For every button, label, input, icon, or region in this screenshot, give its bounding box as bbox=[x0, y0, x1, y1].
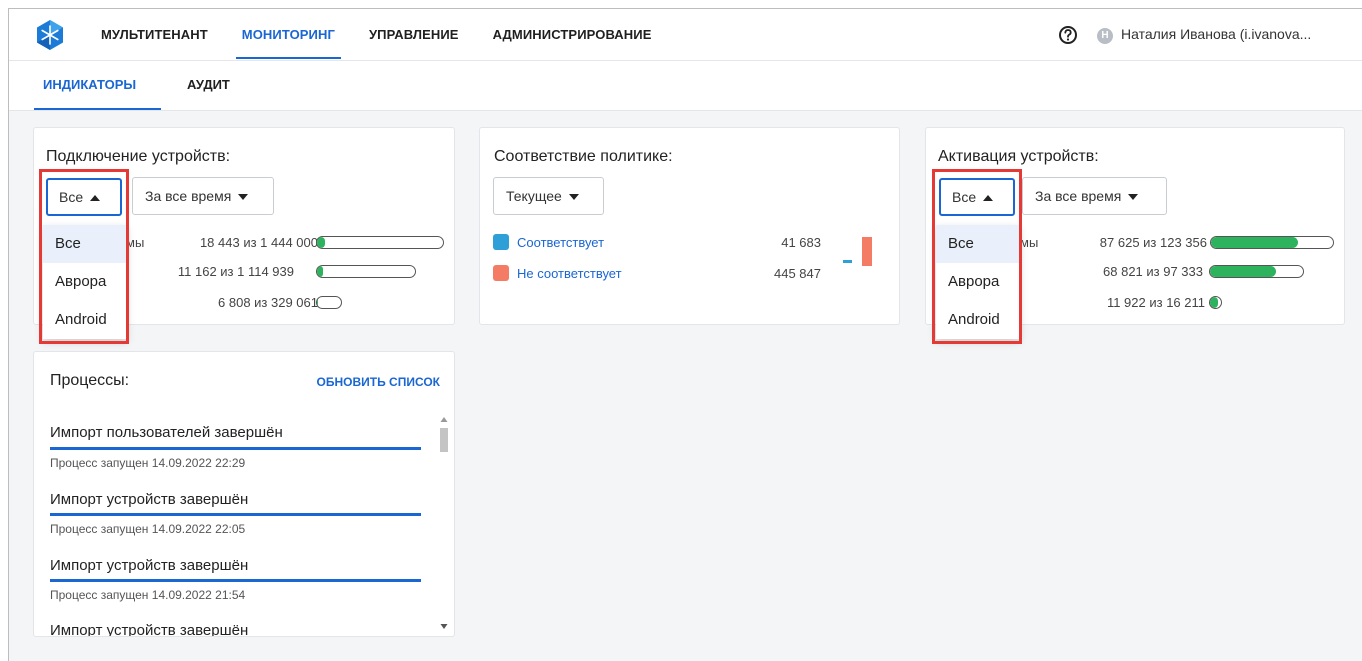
main-nav: МУЛЬТИТЕНАНТ МОНИТОРИНГ УПРАВЛЕНИЕ АДМИН… bbox=[101, 9, 685, 61]
caret-down-icon bbox=[568, 194, 579, 201]
stat-value: 18 443 из 1 444 000 bbox=[199, 235, 318, 250]
period-select-value: За все время bbox=[1035, 188, 1122, 204]
nav-management[interactable]: УПРАВЛЕНИЕ bbox=[369, 9, 459, 61]
legend-swatch bbox=[493, 234, 509, 250]
caret-down-icon bbox=[1128, 194, 1139, 201]
scroll-down-arrow-icon bbox=[440, 624, 448, 629]
stat-value: 11 922 из 16 211 bbox=[1106, 295, 1205, 310]
nav-multitenant[interactable]: МУЛЬТИТЕНАНТ bbox=[101, 9, 208, 61]
progress-bar bbox=[316, 236, 444, 249]
process-progress-bar bbox=[50, 447, 421, 450]
refresh-list-button[interactable]: ОБНОВИТЬ СПИСОК bbox=[317, 375, 440, 389]
process-subtitle: Процесс запущен 14.09.2022 22:05 bbox=[50, 522, 246, 536]
process-title: Импорт пользователей завершён bbox=[50, 424, 283, 441]
legend-swatch bbox=[493, 265, 509, 281]
stat-value: 68 821 из 97 333 bbox=[1103, 264, 1203, 279]
legend-value: 445 847 bbox=[774, 266, 821, 281]
progress-fill bbox=[317, 266, 323, 277]
card-title: Подключение устройств: bbox=[46, 148, 231, 165]
tab-indicators[interactable]: ИНДИКАТОРЫ bbox=[43, 77, 136, 92]
period-select-value: Текущее bbox=[506, 188, 562, 204]
process-progress-bar bbox=[50, 579, 421, 582]
avatar[interactable]: Н bbox=[1097, 28, 1113, 44]
compliance-mini-chart bbox=[843, 237, 872, 266]
sub-tabs: ИНДИКАТОРЫ АУДИТ bbox=[9, 61, 1362, 111]
progress-fill bbox=[1210, 297, 1219, 308]
progress-fill bbox=[1210, 266, 1276, 277]
progress-bar bbox=[1210, 236, 1334, 249]
processes-card: Процессы: ОБНОВИТЬ СПИСОК Импорт пользов… bbox=[33, 351, 455, 637]
progress-bar bbox=[316, 265, 416, 278]
tab-audit[interactable]: АУДИТ bbox=[187, 77, 230, 92]
chart-bar-compliant bbox=[843, 260, 852, 263]
caret-down-icon bbox=[238, 194, 249, 201]
processes-scrollbar[interactable] bbox=[438, 414, 450, 634]
progress-bar bbox=[316, 296, 342, 309]
process-title: Импорт устройств завершён bbox=[50, 491, 249, 508]
progress-fill bbox=[1211, 237, 1298, 248]
stat-value: 87 625 из 123 356 bbox=[1099, 235, 1207, 250]
progress-fill bbox=[317, 297, 319, 308]
app-logo-icon[interactable] bbox=[34, 19, 66, 51]
row-label-partial: мы bbox=[1020, 235, 1039, 250]
progress-bar bbox=[1209, 265, 1304, 278]
user-name[interactable]: Наталия Иванова (i.ivanova... bbox=[1121, 26, 1311, 42]
process-progress-bar bbox=[50, 513, 421, 516]
chart-bar-noncompliant bbox=[862, 237, 872, 266]
process-title: Импорт устройств завершён bbox=[50, 622, 249, 636]
legend-label: Не соответствует bbox=[517, 265, 622, 281]
period-select[interactable]: За все время bbox=[132, 177, 274, 215]
stat-value: 6 808 из 329 061 bbox=[218, 295, 318, 310]
period-select[interactable]: За все время bbox=[1022, 177, 1167, 215]
help-icon[interactable] bbox=[1058, 25, 1078, 45]
scroll-thumb bbox=[440, 428, 448, 452]
legend-value: 41 683 bbox=[781, 235, 821, 250]
highlight-frame bbox=[39, 169, 129, 344]
stat-value: 11 162 из 1 114 939 bbox=[177, 264, 294, 279]
progress-fill bbox=[317, 237, 325, 248]
active-tab-indicator bbox=[34, 108, 161, 110]
card-title: Активация устройств: bbox=[938, 148, 1099, 165]
legend-compliant[interactable]: Соответствует bbox=[493, 234, 604, 250]
nav-administration[interactable]: АДМИНИСТРИРОВАНИЕ bbox=[493, 9, 652, 61]
process-subtitle: Процесс запущен 14.09.2022 22:29 bbox=[50, 456, 246, 470]
period-select-value: За все время bbox=[145, 188, 232, 204]
legend-label: Соответствует bbox=[517, 234, 605, 250]
card-title: Соответствие политике: bbox=[494, 148, 673, 165]
legend-noncompliant[interactable]: Не соответствует bbox=[493, 265, 622, 281]
nav-monitoring[interactable]: МОНИТОРИНГ bbox=[235, 9, 342, 61]
period-select[interactable]: Текущее bbox=[493, 177, 604, 215]
process-title: Импорт устройств завершён bbox=[50, 557, 249, 574]
app-window: МУЛЬТИТЕНАНТ МОНИТОРИНГ УПРАВЛЕНИЕ АДМИН… bbox=[8, 8, 1362, 661]
scroll-up-arrow-icon bbox=[440, 417, 448, 422]
highlight-frame bbox=[932, 169, 1022, 344]
progress-bar bbox=[1209, 296, 1222, 309]
policy-compliance-card: Соответствие политике: Текущее Соответст… bbox=[479, 127, 900, 325]
process-title-clipped: Импорт устройств завершён bbox=[50, 622, 248, 636]
process-subtitle: Процесс запущен 14.09.2022 21:54 bbox=[50, 588, 246, 602]
top-bar: МУЛЬТИТЕНАНТ МОНИТОРИНГ УПРАВЛЕНИЕ АДМИН… bbox=[9, 9, 1362, 61]
card-title: Процессы: bbox=[50, 372, 130, 389]
